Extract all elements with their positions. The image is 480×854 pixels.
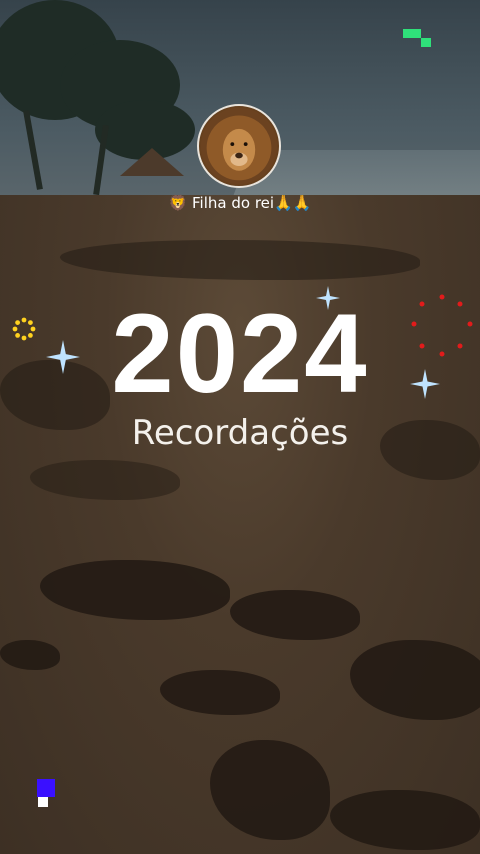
green-pixel-decoration [403, 29, 421, 38]
blue-pixel-decoration [37, 779, 55, 797]
green-pixel-decoration [421, 38, 431, 47]
year-title: 2024 [111, 291, 369, 416]
subtitle: Recordações [131, 413, 349, 453]
profile-name: 🦁 Filha do rei🙏🙏 [168, 194, 312, 212]
avatar[interactable] [197, 104, 281, 188]
lion-icon [200, 107, 278, 185]
white-pixel-decoration [38, 797, 48, 807]
tree [95, 100, 195, 160]
